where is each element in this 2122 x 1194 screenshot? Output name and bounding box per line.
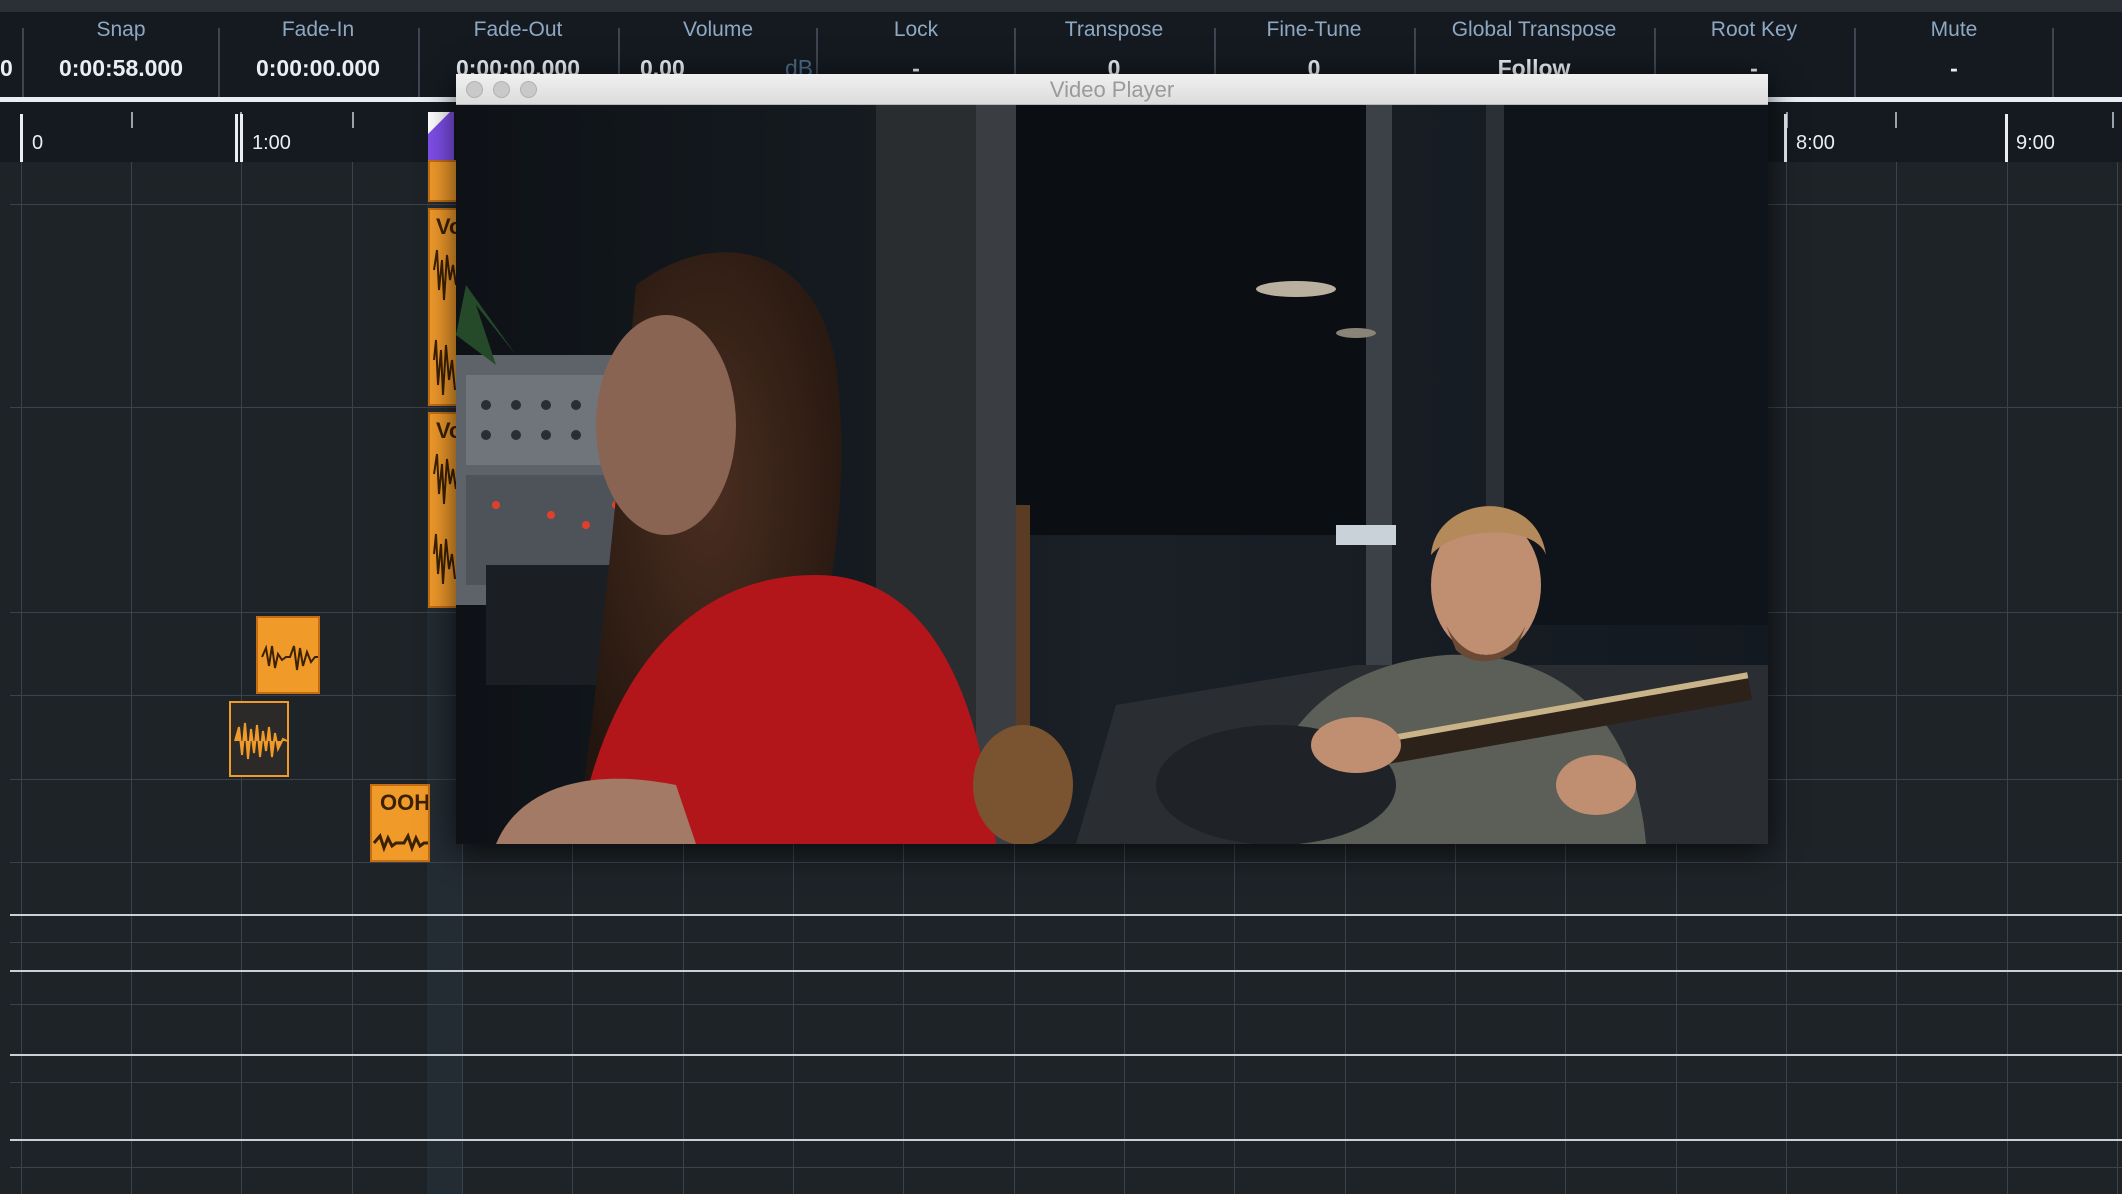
ruler-tick-major xyxy=(20,114,23,162)
track-line xyxy=(10,1004,2122,1005)
grid-line xyxy=(2117,162,2118,1194)
snap-label: Snap xyxy=(96,18,146,41)
audio-event-vocal-2[interactable]: Vo xyxy=(428,412,458,608)
transpose-label: Transpose xyxy=(1064,18,1164,41)
audio-event[interactable] xyxy=(256,616,320,694)
ruler-tick xyxy=(352,112,354,128)
ruler-label-0: 0 xyxy=(32,132,44,154)
waveform xyxy=(372,832,428,853)
grid-line xyxy=(2007,162,2008,1194)
grid-line xyxy=(241,162,242,1194)
track-line xyxy=(10,942,2122,943)
playhead-marker[interactable] xyxy=(428,112,454,160)
video-frame[interactable] xyxy=(456,105,1768,844)
track-line xyxy=(10,914,2122,916)
track-line xyxy=(10,1082,2122,1083)
waveform xyxy=(433,453,456,585)
ruler-tick xyxy=(131,112,133,128)
audio-event[interactable] xyxy=(428,160,458,202)
volume-label: Volume xyxy=(682,18,754,41)
mute-label: Mute xyxy=(1930,18,1978,41)
ruler-tick-major xyxy=(1784,114,1787,162)
waveform xyxy=(234,722,287,760)
ruler-tick-major xyxy=(235,114,238,162)
video-frame-image xyxy=(456,105,1768,844)
mute-field[interactable]: Mute - xyxy=(1856,12,2052,97)
fade-out-label: Fade-Out xyxy=(473,18,563,41)
lock-label: Lock xyxy=(893,18,939,41)
separator xyxy=(2052,28,2054,100)
grid-line xyxy=(131,162,132,1194)
root-key-label: Root Key xyxy=(1710,18,1798,41)
fine-tune-label: Fine-Tune xyxy=(1266,18,1362,41)
ruler-tick xyxy=(1895,112,1897,128)
grid-line xyxy=(1786,162,1787,1194)
waveform xyxy=(261,644,318,671)
video-player-title: Video Player xyxy=(1049,77,1175,102)
grid-line xyxy=(21,162,22,1194)
fade-in-label: Fade-In xyxy=(281,18,355,41)
track-line xyxy=(10,1139,2122,1141)
grid-line xyxy=(352,162,353,1194)
snap-field[interactable]: Snap 0:00:58.000 xyxy=(24,12,218,97)
audio-event-ooh[interactable]: OOH xyxy=(370,784,430,862)
mute-value[interactable]: - xyxy=(1856,55,2052,82)
ruler-tick-major xyxy=(240,114,243,162)
track-line xyxy=(10,1054,2122,1056)
ruler-tick xyxy=(2112,112,2114,128)
ruler-tick-major xyxy=(2005,114,2008,162)
audio-event-vocal-1[interactable]: Vo xyxy=(428,208,458,406)
ruler-label-1-00: 1:00 xyxy=(252,132,291,154)
info-left-edge-value: 0 xyxy=(0,55,13,81)
global-transpose-label: Global Transpose xyxy=(1451,18,1617,41)
ruler-label-9-00: 9:00 xyxy=(2016,132,2055,154)
waveform xyxy=(433,249,456,396)
video-player-titlebar[interactable]: Video Player xyxy=(456,74,1768,105)
video-player-window[interactable]: Video Player xyxy=(456,74,1768,844)
fade-in-field[interactable]: Fade-In 0:00:00.000 xyxy=(220,12,416,97)
track-line xyxy=(10,970,2122,972)
fade-in-value[interactable]: 0:00:00.000 xyxy=(220,55,416,82)
audio-event-selected[interactable] xyxy=(229,701,289,777)
snap-value[interactable]: 0:00:58.000 xyxy=(24,55,218,82)
ruler-label-8-00: 8:00 xyxy=(1796,132,1835,154)
track-line xyxy=(10,862,2122,863)
track-line xyxy=(10,1167,2122,1168)
grid-line xyxy=(1896,162,1897,1194)
